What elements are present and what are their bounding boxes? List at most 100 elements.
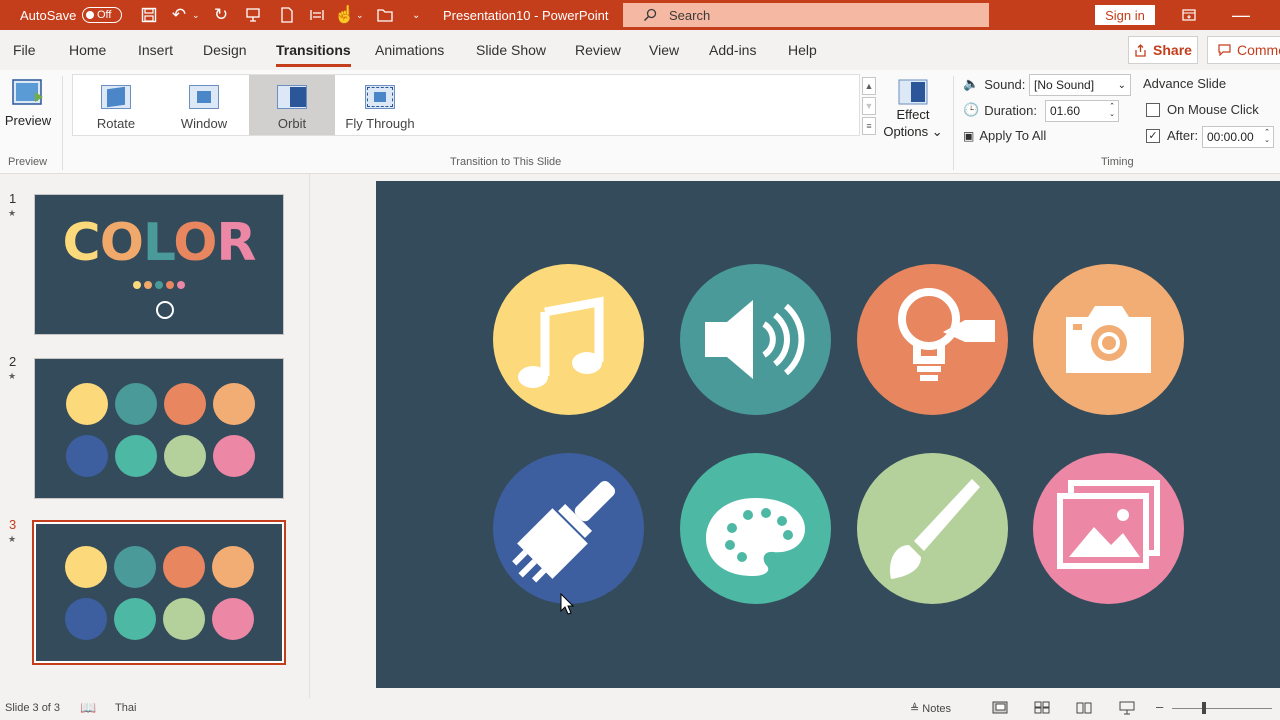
thumbnail-circle xyxy=(213,383,255,425)
duration-stepper[interactable]: 01.60 ⌃ ⌄ xyxy=(1045,100,1119,122)
normal-view-icon[interactable] xyxy=(992,701,1008,717)
signin-button[interactable]: Sign in xyxy=(1095,5,1155,25)
transition-rotate[interactable]: Rotate xyxy=(73,75,159,135)
tab-animations[interactable]: Animations xyxy=(375,42,444,58)
comment-icon xyxy=(1218,44,1231,56)
transition-window[interactable]: Window xyxy=(161,75,247,135)
thumbnail-circle xyxy=(114,546,156,588)
slide-thumbnail-3[interactable] xyxy=(32,520,286,665)
redo-icon[interactable]: ↻ xyxy=(210,0,232,30)
transition-orbit[interactable]: Orbit xyxy=(249,75,335,135)
notes-button[interactable]: ≜ Notes xyxy=(910,702,951,715)
on-mouse-click-option[interactable]: On Mouse Click xyxy=(1146,102,1259,117)
after-checkbox[interactable]: ✓ xyxy=(1146,128,1160,143)
zoom-slider[interactable] xyxy=(1172,708,1272,709)
customize-qat-icon[interactable]: ⌄ xyxy=(412,0,420,30)
search-box[interactable]: Search xyxy=(623,3,989,27)
music-circle[interactable] xyxy=(493,264,644,415)
slide-thumbnail-1[interactable]: COLOR xyxy=(34,194,284,335)
transition-group-label: Transition to This Slide xyxy=(450,156,562,168)
on-mouse-click-checkbox[interactable] xyxy=(1146,102,1160,117)
tab-add-ins[interactable]: Add-ins xyxy=(709,42,756,58)
tab-design[interactable]: Design xyxy=(203,42,247,58)
thumbnail-circle xyxy=(115,383,157,425)
preview-icon xyxy=(12,79,43,105)
slide-thumbnail-2[interactable] xyxy=(34,358,284,499)
options-label: Options ⌄ xyxy=(883,124,943,139)
new-file-icon[interactable] xyxy=(276,0,298,30)
speaker-circle[interactable] xyxy=(680,264,831,415)
open-folder-icon[interactable] xyxy=(374,0,396,30)
after-time-stepper[interactable]: 00:00.00 ⌃ ⌄ xyxy=(1202,126,1274,148)
tab-insert[interactable]: Insert xyxy=(138,42,173,58)
status-bar: Slide 3 of 3 📖 Thai ≜ Notes – xyxy=(0,698,1280,720)
effect-options-button[interactable]: Effect Options ⌄ xyxy=(882,78,944,140)
search-icon xyxy=(643,8,657,22)
share-button[interactable]: Share xyxy=(1128,36,1198,64)
transition-star-icon: ★ xyxy=(8,371,17,381)
title-letter: L xyxy=(142,213,174,273)
sound-dropdown[interactable]: [No Sound] ⌄ xyxy=(1029,74,1131,96)
tab-file[interactable]: File xyxy=(13,42,36,58)
thumbnail-circle xyxy=(65,598,107,640)
present-icon[interactable] xyxy=(242,0,264,30)
advance-slide-label: Advance Slide xyxy=(1143,76,1227,91)
mouse-cursor-icon xyxy=(560,593,574,615)
touch-mode-icon[interactable]: ☝ xyxy=(334,0,356,30)
camera-circle[interactable] xyxy=(1033,264,1184,415)
gallery-scroll-down[interactable]: ▼ xyxy=(862,97,876,115)
minimize-icon[interactable]: — xyxy=(1230,0,1252,30)
after-option[interactable]: ✓ After: xyxy=(1146,128,1198,143)
tab-slide-show[interactable]: Slide Show xyxy=(476,42,546,58)
zoom-slider-thumb[interactable] xyxy=(1202,702,1206,714)
align-icon[interactable] xyxy=(306,0,328,30)
orbit-icon xyxy=(277,85,307,109)
color-dot xyxy=(177,281,185,289)
after-time-value: 00:00.00 xyxy=(1207,130,1254,144)
ribbon-display-options-icon[interactable] xyxy=(1178,0,1200,30)
tab-review[interactable]: Review xyxy=(575,42,621,58)
zoom-out-button[interactable]: – xyxy=(1156,699,1163,714)
transition-fly-through[interactable]: Fly Through xyxy=(337,75,423,135)
title-letter: C xyxy=(62,213,101,273)
lightbulb-circle[interactable] xyxy=(857,264,1008,415)
logo-icon xyxy=(156,301,174,319)
image-circle[interactable] xyxy=(1033,453,1184,604)
sound-label: 🔈 Sound: xyxy=(963,76,1026,92)
comments-button[interactable]: Comme xyxy=(1207,36,1280,64)
color-dot xyxy=(133,281,141,289)
apply-all-icon: ▣ xyxy=(963,128,975,143)
gallery-scroll-up[interactable]: ▲ xyxy=(862,77,876,95)
slide-canvas[interactable] xyxy=(376,181,1280,688)
language-indicator[interactable]: Thai xyxy=(115,702,136,714)
reading-view-icon[interactable] xyxy=(1076,701,1092,717)
undo-icon[interactable]: ↶ xyxy=(168,0,190,30)
preview-button[interactable]: Preview xyxy=(5,78,51,128)
preview-group-label: Preview xyxy=(8,156,48,168)
undo-dropdown-icon[interactable]: ⌄ xyxy=(192,0,200,30)
touch-dropdown-icon[interactable]: ⌄ xyxy=(356,0,364,30)
brush-circle[interactable] xyxy=(857,453,1008,604)
window-icon xyxy=(189,85,219,109)
stepper-arrows-icon: ⌃ ⌄ xyxy=(1264,129,1270,144)
palette-circle[interactable] xyxy=(680,453,831,604)
paint-brush-circle[interactable] xyxy=(493,453,644,604)
color-dot xyxy=(144,281,152,289)
tab-transitions[interactable]: Transitions xyxy=(276,42,351,67)
title-letter: R xyxy=(216,213,256,273)
tab-view[interactable]: View xyxy=(649,42,679,58)
slide-sorter-icon[interactable] xyxy=(1034,701,1050,717)
apply-to-all-button[interactable]: ▣ Apply To All xyxy=(963,128,1046,143)
tab-home[interactable]: Home xyxy=(69,42,106,58)
autosave-toggle[interactable]: Off xyxy=(82,0,122,30)
thumbnail-circle xyxy=(115,435,157,477)
thumbnail-circle xyxy=(163,598,205,640)
duration-value: 01.60 xyxy=(1050,104,1081,118)
speaker-icon xyxy=(705,300,805,379)
spelling-check-icon[interactable]: 📖 xyxy=(80,700,96,716)
tab-help[interactable]: Help xyxy=(788,42,817,58)
slideshow-view-icon[interactable] xyxy=(1119,701,1135,718)
share-icon xyxy=(1135,43,1146,57)
save-icon[interactable] xyxy=(138,0,160,30)
gallery-more-button[interactable]: ≡ xyxy=(862,117,876,135)
